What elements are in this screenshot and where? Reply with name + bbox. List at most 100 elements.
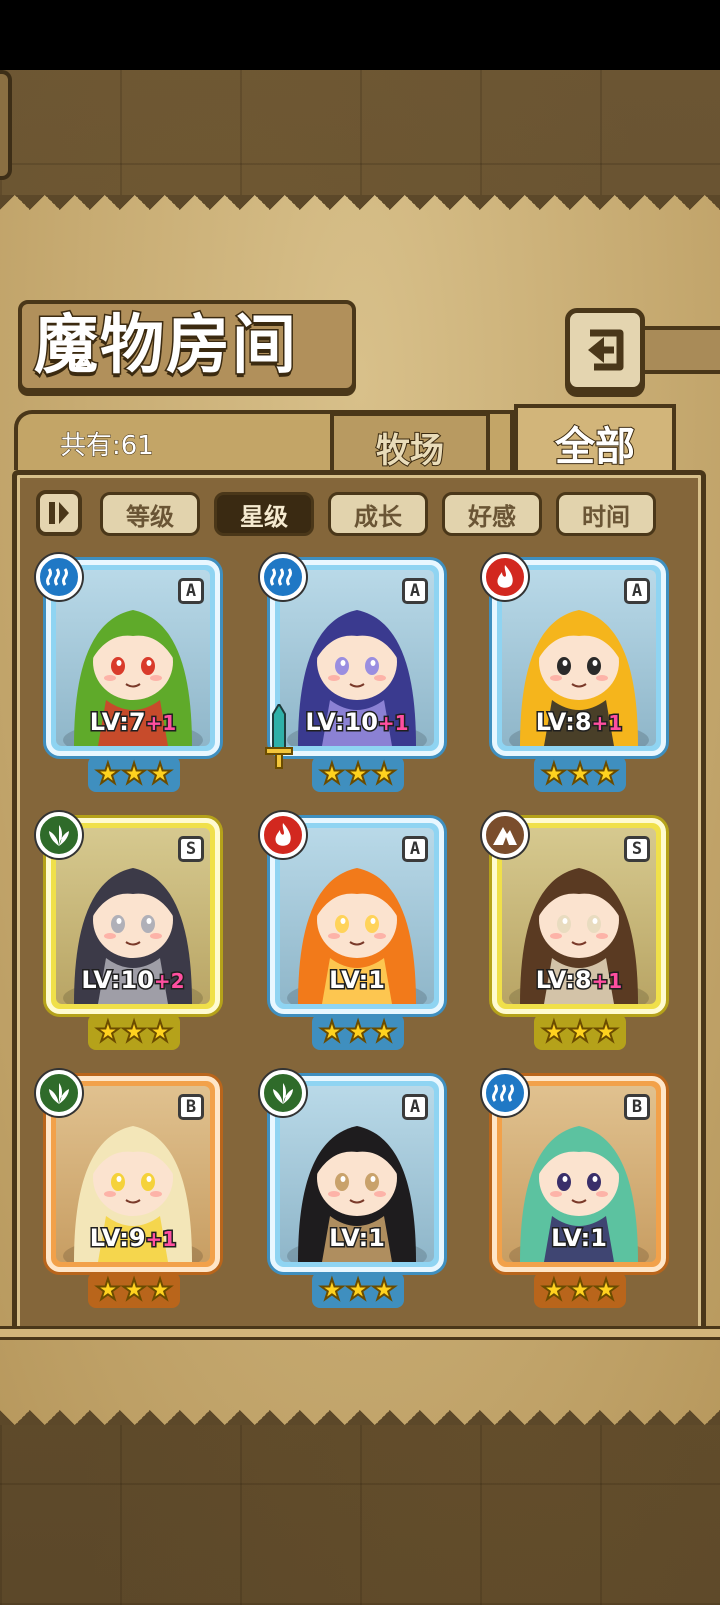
sort-direction-icon — [49, 502, 69, 524]
monster-card-frog-hood-girl[interactable]: A LV:7+1 ★ ★ ★ — [36, 554, 228, 794]
star-icon: ★ — [593, 1015, 620, 1048]
level-bonus: +1 — [376, 710, 410, 737]
level-value: LV:10 — [80, 965, 156, 996]
star-icon: ★ — [566, 1015, 593, 1048]
level-value: LV:8 — [534, 965, 593, 996]
monster-card-sea-serpent-girl[interactable]: B LV:1 ★ ★ ★ — [482, 1070, 674, 1310]
level-label: LV:10+2 — [38, 965, 228, 996]
star-icon: ★ — [120, 1015, 147, 1048]
monster-card-black-hair-warrior[interactable]: A LV:1 ★ ★ ★ — [260, 1070, 452, 1310]
sort-by-growth-button[interactable]: 成长 — [328, 492, 428, 536]
star-icon: ★ — [371, 1273, 398, 1306]
star-icon: ★ — [120, 757, 147, 790]
water-element-icon — [46, 568, 68, 586]
star-icon: ★ — [371, 757, 398, 790]
star-icon: ★ — [94, 1015, 121, 1048]
element-badge — [260, 554, 306, 600]
panel-bottom-rail — [0, 1326, 720, 1340]
level-bonus: +1 — [590, 968, 624, 995]
back-button[interactable] — [565, 308, 645, 392]
monster-card-ram-horn-girl[interactable]: S LV:8+1 ★ ★ ★ — [482, 812, 674, 1052]
star-icon: ★ — [147, 757, 174, 790]
level-value: LV:7 — [88, 707, 147, 738]
level-label: LV:1 — [262, 965, 452, 996]
water-element-icon — [492, 1084, 514, 1102]
side-drawer-tab[interactable] — [0, 70, 12, 180]
star-icon: ★ — [593, 1273, 620, 1306]
back-button-rail — [645, 326, 720, 374]
level-bonus: +1 — [144, 710, 178, 737]
monster-card-cream-spirit-girl[interactable]: B LV:9+1 ★ ★ ★ — [36, 1070, 228, 1310]
panel-torn-edge-top — [0, 195, 720, 225]
star-icon: ★ — [318, 757, 345, 790]
status-bar-area — [0, 0, 720, 70]
level-label: LV:8+1 — [484, 965, 674, 996]
star-icon: ★ — [540, 757, 567, 790]
rank-badge: A — [402, 578, 428, 604]
element-badge — [482, 1070, 528, 1116]
page-title: 魔物房间 — [33, 307, 298, 385]
level-value: LV:8 — [534, 707, 593, 738]
rank-badge: A — [402, 836, 428, 862]
monster-count: 共有:61 — [60, 431, 155, 462]
star-rating: ★ ★ ★ — [312, 756, 404, 792]
monster-card-jellyfish-girl[interactable]: A LV:10+1 ★ ★ ★ — [260, 554, 452, 794]
star-icon: ★ — [344, 1273, 371, 1306]
star-icon: ★ — [94, 757, 121, 790]
element-badge — [260, 812, 306, 858]
rank-badge: A — [402, 1094, 428, 1120]
level-value: LV:1 — [328, 965, 387, 996]
sort-by-stars-button[interactable]: 星级 — [214, 492, 314, 536]
level-label: LV:1 — [262, 1223, 452, 1254]
star-icon: ★ — [566, 757, 593, 790]
level-bonus: +2 — [152, 968, 186, 995]
star-icon: ★ — [318, 1273, 345, 1306]
star-rating: ★ ★ ★ — [88, 756, 180, 792]
sort-order-toggle[interactable] — [36, 490, 82, 536]
star-icon: ★ — [344, 757, 371, 790]
star-icon: ★ — [566, 1273, 593, 1306]
water-element-icon — [270, 568, 292, 586]
rank-badge: A — [624, 578, 650, 604]
rank-badge: B — [178, 1094, 204, 1120]
level-bonus: +1 — [144, 1226, 178, 1253]
element-badge — [482, 554, 528, 600]
star-icon: ★ — [593, 757, 620, 790]
level-value: LV:1 — [550, 1223, 609, 1254]
level-value: LV:9 — [88, 1223, 147, 1254]
grass-element-icon — [273, 1083, 293, 1104]
star-rating: ★ ★ ★ — [312, 1272, 404, 1308]
element-badge — [260, 1070, 306, 1116]
star-icon: ★ — [94, 1273, 121, 1306]
monster-card-owl-robe-girl[interactable]: S LV:10+2 ★ ★ ★ — [36, 812, 228, 1052]
monster-card-flame-spirit-girl[interactable]: A LV:1 ★ ★ ★ — [260, 812, 452, 1052]
monster-card-thunder-girl[interactable]: A LV:8+1 ★ ★ ★ — [482, 554, 674, 794]
star-rating: ★ ★ ★ — [534, 756, 626, 792]
star-rating: ★ ★ ★ — [312, 1014, 404, 1050]
return-arrow-icon — [588, 329, 624, 371]
rank-badge: S — [624, 836, 650, 862]
tab-farm[interactable]: 牧场 — [330, 412, 490, 478]
star-rating: ★ ★ ★ — [534, 1272, 626, 1308]
level-bonus: +1 — [590, 710, 624, 737]
star-icon: ★ — [540, 1273, 567, 1306]
fire-element-icon — [497, 565, 513, 588]
element-badge — [36, 1070, 82, 1116]
level-label: LV:9+1 — [38, 1223, 228, 1254]
star-icon: ★ — [344, 1015, 371, 1048]
element-badge — [482, 812, 528, 858]
panel-torn-edge-bottom — [0, 1395, 720, 1425]
grass-element-icon — [49, 825, 69, 846]
star-icon: ★ — [318, 1015, 345, 1048]
rank-badge: B — [624, 1094, 650, 1120]
fire-element-icon — [275, 823, 291, 846]
rank-badge: A — [178, 578, 204, 604]
sort-by-affection-button[interactable]: 好感 — [442, 492, 542, 536]
star-icon: ★ — [371, 1015, 398, 1048]
star-icon: ★ — [120, 1273, 147, 1306]
sort-by-level-button[interactable]: 等级 — [100, 492, 200, 536]
level-label: LV:7+1 — [38, 707, 228, 738]
tab-all[interactable]: 全部 — [514, 404, 676, 478]
sort-by-time-button[interactable]: 时间 — [556, 492, 656, 536]
level-value: LV:1 — [328, 1223, 387, 1254]
